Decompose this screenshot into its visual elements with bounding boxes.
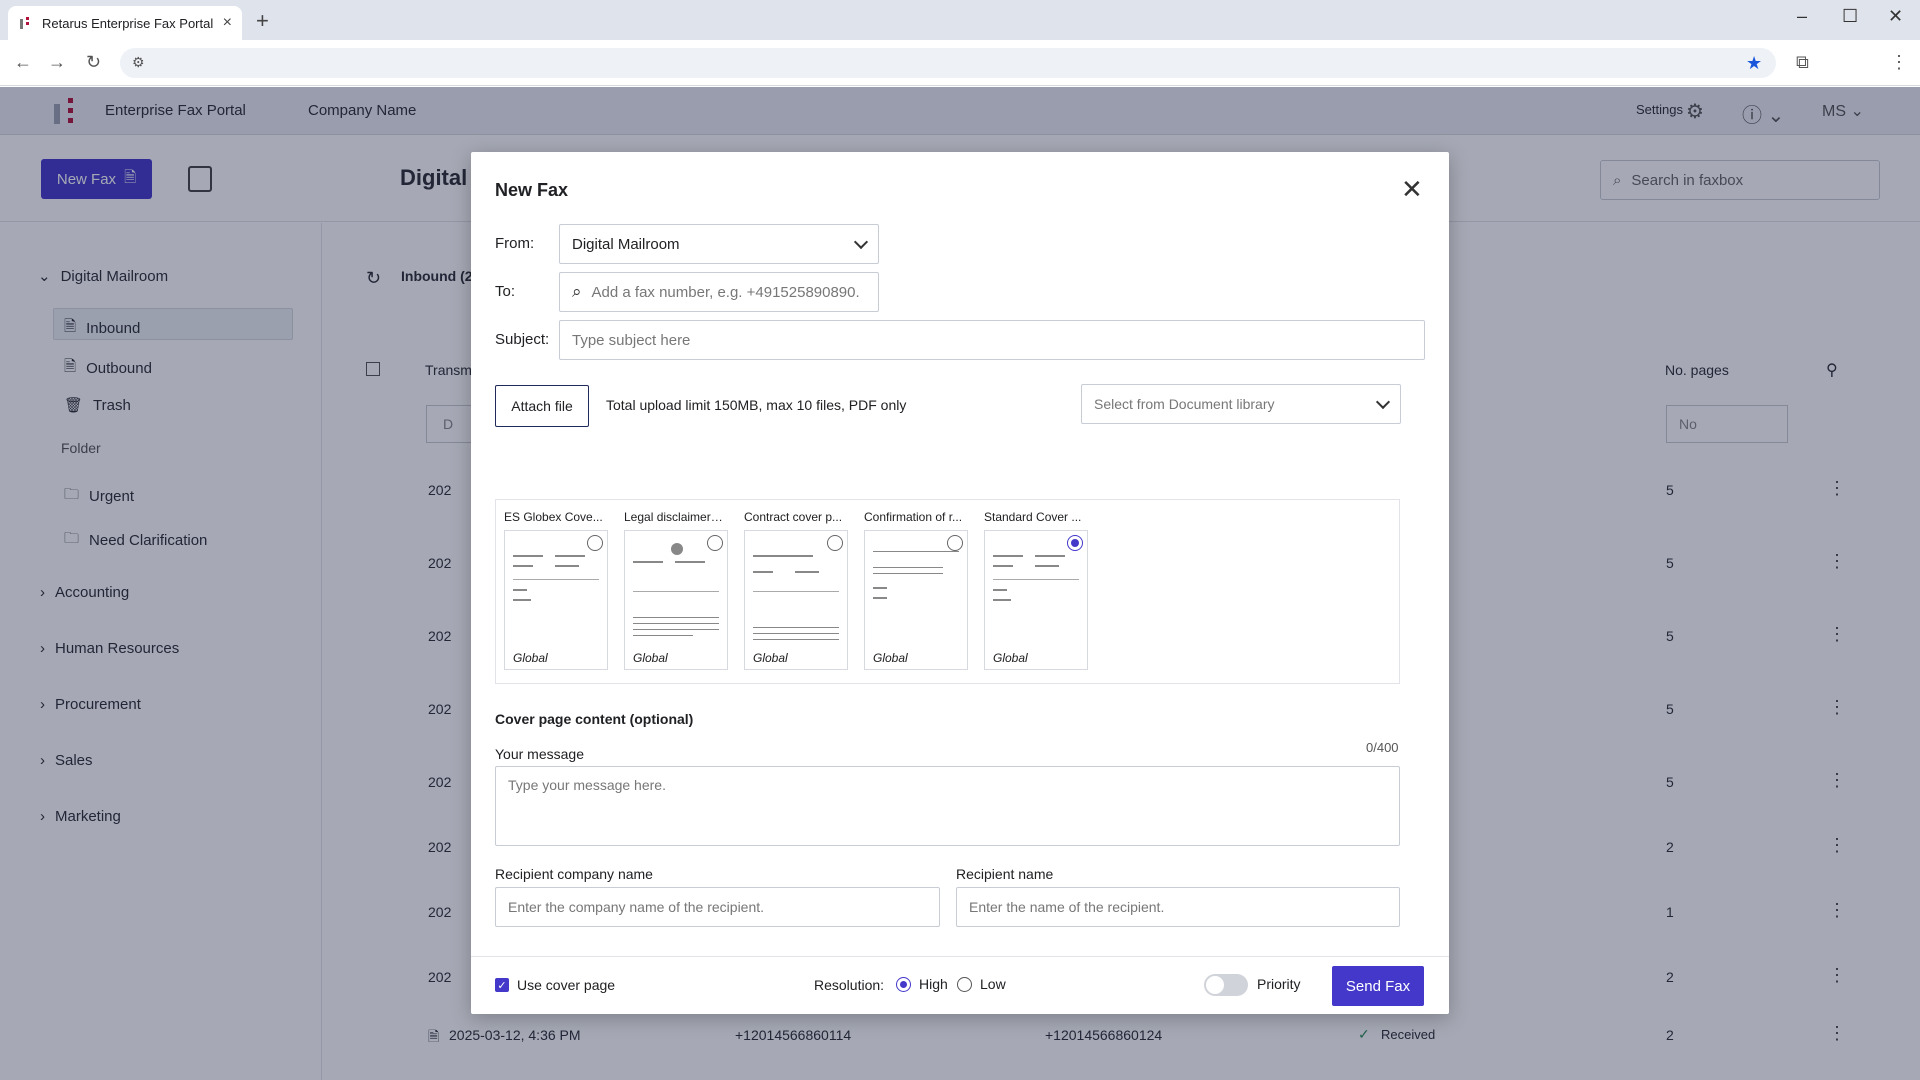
message-textarea[interactable]: Type your message here. (495, 766, 1400, 846)
from-label: From: (495, 235, 535, 252)
cover-name: Standard Cover ... (984, 510, 1082, 524)
site-info-icon[interactable]: ⚙ (132, 54, 145, 71)
cover-thumbnail[interactable]: Global (984, 530, 1088, 670)
doc-library-placeholder: Select from Document library (1094, 396, 1275, 412)
recipient-name-placeholder: Enter the name of the recipient. (969, 899, 1165, 915)
cover-name: Contract cover p... (744, 510, 843, 524)
new-fax-dialog: New Fax ✕ From: Digital Mailroom To: ⌕ A… (471, 152, 1449, 1014)
cover-card[interactable]: ES Globex Cove... Global (500, 510, 608, 670)
cover-section-title: Cover page content (optional) (495, 711, 694, 727)
cover-tag: Global (993, 651, 1028, 665)
address-bar[interactable]: ⚙ (120, 48, 1776, 78)
cover-name: ES Globex Cove... (504, 510, 603, 524)
message-placeholder: Type your message here. (508, 777, 666, 793)
browser-tab-title: Retarus Enterprise Fax Portal Ho (42, 15, 217, 31)
dialog-footer-divider (471, 956, 1449, 957)
document-library-select[interactable]: Select from Document library (1081, 384, 1401, 424)
resolution-low-label: Low (980, 976, 1006, 992)
subject-input[interactable]: Type subject here (559, 320, 1425, 360)
send-fax-button[interactable]: Send Fax (1332, 966, 1424, 1006)
to-input[interactable]: ⌕ Add a fax number, e.g. +491525890890. (559, 272, 879, 312)
minimize-icon[interactable]: – (1797, 6, 1807, 27)
close-icon[interactable]: ✕ (1401, 174, 1423, 205)
subject-placeholder: Type subject here (572, 331, 691, 349)
bookmark-star-icon[interactable]: ★ (1746, 53, 1762, 74)
cover-card[interactable]: Standard Cover ... Global (980, 510, 1088, 670)
resolution-label: Resolution: (814, 977, 885, 993)
tab-close-icon[interactable]: × (223, 14, 232, 32)
recipient-company-label: Recipient company name (495, 866, 653, 882)
cover-radio[interactable] (947, 535, 963, 551)
search-icon: ⌕ (572, 282, 582, 301)
message-counter: 0/400 (1366, 740, 1399, 755)
cover-tag: Global (753, 651, 788, 665)
cover-thumbnail[interactable]: Global (864, 530, 968, 670)
new-tab-icon[interactable]: + (256, 8, 269, 34)
cover-radio[interactable] (587, 535, 603, 551)
cover-thumbnail[interactable]: Global (504, 530, 608, 670)
browser-tab[interactable]: Retarus Enterprise Fax Portal Ho × (8, 6, 242, 40)
to-label: To: (495, 283, 516, 300)
cover-name: Confirmation of r... (864, 510, 963, 524)
cover-card[interactable]: Contract cover p... Global (740, 510, 848, 670)
resolution-low-radio[interactable] (957, 977, 972, 992)
recipient-name-label: Recipient name (956, 866, 1054, 882)
recipient-name-input[interactable]: Enter the name of the recipient. (956, 887, 1400, 927)
attach-file-button[interactable]: Attach file (495, 385, 589, 427)
reload-icon[interactable]: ↻ (86, 52, 101, 73)
from-value: Digital Mailroom (572, 235, 680, 253)
cover-card[interactable]: Legal disclaimer ... Global (620, 510, 728, 670)
cover-radio-selected[interactable] (1067, 535, 1083, 551)
cover-thumbnail[interactable]: Global (744, 530, 848, 670)
recipient-company-input[interactable]: Enter the company name of the recipient. (495, 887, 940, 927)
cover-tag: Global (873, 651, 908, 665)
cover-tag: Global (513, 651, 548, 665)
dialog-title: New Fax (495, 180, 569, 200)
cover-radio[interactable] (707, 535, 723, 551)
chevron-down-icon (1375, 394, 1391, 410)
upload-hint: Total upload limit 150MB, max 10 files, … (606, 397, 907, 413)
forward-icon[interactable]: → (48, 52, 66, 73)
cover-card[interactable]: Confirmation of r... Global (860, 510, 968, 670)
use-cover-label: Use cover page (517, 977, 616, 993)
cover-page-gallery: ES Globex Cove... Global Legal disclaime… (495, 499, 1400, 684)
chevron-down-icon (853, 234, 869, 250)
priority-toggle[interactable] (1204, 974, 1248, 996)
priority-label: Priority (1257, 976, 1301, 992)
tab-search-icon[interactable]: ⧉ (1796, 52, 1809, 73)
resolution-high-radio[interactable] (896, 977, 911, 992)
use-cover-checkbox[interactable]: ✓ (495, 978, 509, 992)
resolution-high-label: High (919, 976, 948, 992)
cover-name: Legal disclaimer ... (624, 510, 724, 524)
browser-menu-icon[interactable]: ⋮ (1890, 52, 1908, 73)
maximize-icon[interactable]: ☐ (1842, 6, 1858, 27)
cover-tag: Global (633, 651, 668, 665)
recipient-company-placeholder: Enter the company name of the recipient. (508, 899, 765, 915)
message-label: Your message (495, 746, 584, 762)
retarus-favicon-icon (18, 15, 34, 31)
back-icon[interactable]: ← (14, 52, 32, 73)
to-placeholder: Add a fax number, e.g. +491525890890. (591, 283, 860, 301)
cover-thumbnail[interactable]: Global (624, 530, 728, 670)
cover-radio[interactable] (827, 535, 843, 551)
subject-label: Subject: (495, 331, 550, 348)
from-select[interactable]: Digital Mailroom (559, 224, 879, 264)
browser-tab-bar: Retarus Enterprise Fax Portal Ho × + – ☐… (0, 0, 1920, 40)
window-close-icon[interactable]: ✕ (1888, 6, 1903, 27)
